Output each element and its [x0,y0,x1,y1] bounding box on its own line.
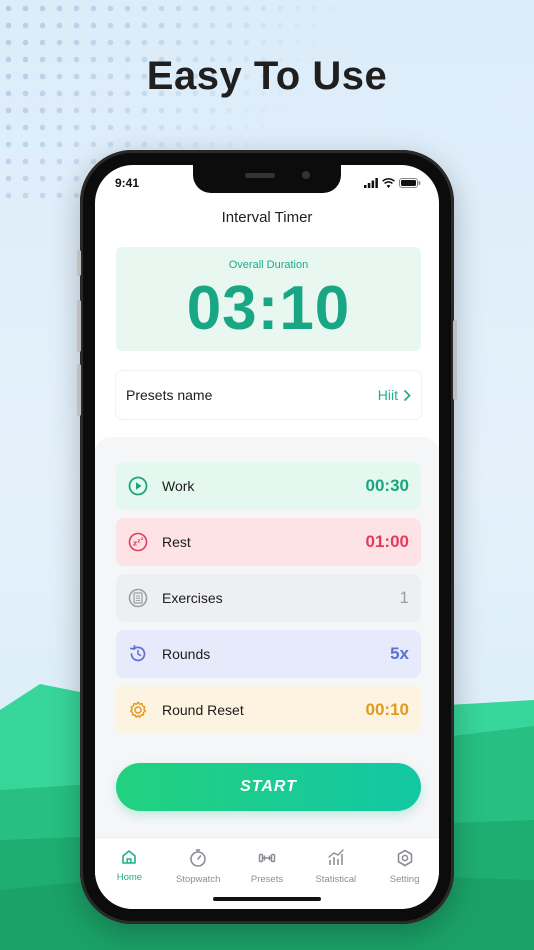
overall-duration-label: Overall Duration [228,259,309,271]
home-indicator [213,897,321,901]
rest-label: Rest [162,534,191,550]
mute-switch [77,250,81,276]
round-reset-row[interactable]: Round Reset 00:10 [116,686,421,734]
start-button[interactable]: START [116,763,421,811]
rounds-value: 5x [390,644,409,663]
power-button [453,320,457,400]
presets-label: Presets name [126,387,213,403]
page-title: Interval Timer [221,209,313,226]
gear-icon [128,700,148,720]
cellular-signal-icon [364,178,378,188]
list-icon [128,588,148,608]
chart-icon [328,849,344,865]
rounds-label: Rounds [162,646,211,662]
rounds-icon [128,644,148,664]
work-row[interactable]: Work 00:30 [116,462,421,510]
home-icon [122,850,137,864]
svg-text:z: z [141,537,144,542]
volume-down-button [77,364,81,416]
presets-selector[interactable]: Presets name Hiit [116,371,421,419]
presets-value: Hiit [377,387,398,403]
round-reset-value: 00:10 [365,700,409,719]
status-icons [364,178,421,188]
phone-frame: 9:41 Interval Timer Overall Duration 03:… [77,150,457,924]
tab-presets-label: Presets [250,874,284,885]
stopwatch-icon [190,849,206,867]
exercises-label: Exercises [162,590,223,606]
settings-icon [397,849,412,867]
rest-row[interactable]: zzz Rest 01:00 [116,518,421,566]
exercises-row[interactable]: Exercises 1 [116,574,421,622]
battery-icon [399,178,421,188]
work-value: 00:30 [365,476,409,495]
volume-up-button [77,300,81,352]
tab-home[interactable]: Home [95,838,164,909]
tab-statistical-label: Statistical [315,874,357,885]
rest-value: 01:00 [365,532,409,551]
wifi-icon [382,178,395,188]
tab-stopwatch-label: Stopwatch [176,874,221,885]
exercises-value: 1 [399,588,409,607]
phone-screen: 9:41 Interval Timer Overall Duration 03:… [95,165,439,909]
notch [193,165,341,193]
sleep-icon: zzz [128,532,148,552]
tab-setting[interactable]: Setting [370,838,439,909]
tab-home-label: Home [116,872,143,883]
rounds-row[interactable]: Rounds 5x [116,630,421,678]
status-time: 9:41 [115,176,140,190]
work-label: Work [162,478,195,494]
overall-duration-card: Overall Duration 03:10 [116,247,421,351]
dumbbell-icon [258,853,276,863]
play-icon [128,476,148,496]
overall-duration-value: 03:10 [186,274,351,343]
headline: Easy To Use [146,54,388,98]
chevron-right-icon [404,389,411,401]
tab-setting-label: Setting [389,874,420,885]
round-reset-label: Round Reset [162,702,244,718]
